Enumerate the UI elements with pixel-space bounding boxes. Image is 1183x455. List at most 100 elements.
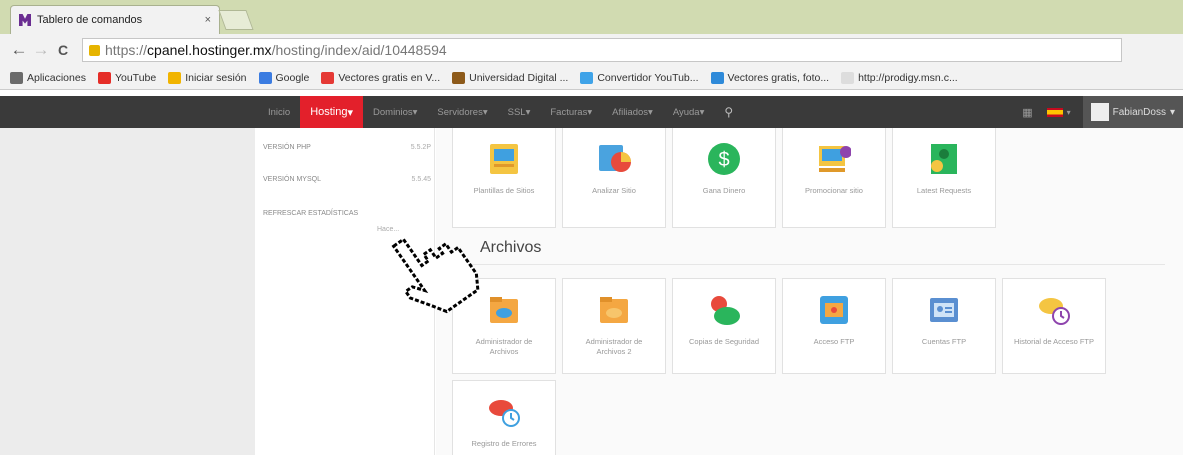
tool-card[interactable]: Historial de Acceso FTP	[1002, 278, 1106, 374]
lock-icon	[89, 44, 100, 56]
bookmark-item[interactable]: Iniciar sesión	[168, 71, 247, 84]
tool-card-label: Administrador de Archivos	[475, 337, 533, 356]
tool-card[interactable]: Acceso FTP	[782, 278, 886, 374]
nav-item-hosting[interactable]: Hosting ▾	[300, 96, 364, 128]
tool-card[interactable]: Promocionar sitio	[782, 128, 886, 228]
tool-card[interactable]: Analizar Sitio	[562, 128, 666, 228]
nav-item-servidores[interactable]: Servidores ▾	[427, 96, 497, 128]
tool-card-label: Cuentas FTP	[921, 337, 967, 346]
cart-icon[interactable]: ▦	[1022, 106, 1032, 119]
nav-item-afiliados[interactable]: Afiliados ▾	[602, 96, 663, 128]
bookmark-item[interactable]: Aplicaciones	[10, 71, 86, 84]
bookmark-label: Universidad Digital ...	[469, 71, 569, 84]
tool-card[interactable]: $ Gana Dinero	[672, 128, 776, 228]
bookmark-favicon-icon	[258, 71, 272, 84]
browser-toolbar: ← → C https:// cpanel.hostinger.mx /host…	[0, 34, 1183, 66]
php-version-value: 5.5.2P	[410, 144, 431, 151]
bookmark-item[interactable]: Vectores gratis, foto...	[710, 71, 830, 84]
refresh-stats-link[interactable]: REFRESCAR ESTADÍSTICAS	[263, 210, 431, 217]
bookmark-label: Vectores gratis, foto...	[727, 71, 830, 84]
site-templates-icon	[487, 142, 521, 176]
bookmark-favicon-icon	[321, 71, 335, 84]
tab-title: Tablero de comandos	[37, 14, 143, 26]
nav-item-label: Afiliados	[612, 106, 649, 118]
tab-close-icon[interactable]: ×	[205, 14, 211, 26]
chevron-down-icon: ▾	[482, 106, 488, 118]
svg-text:$: $	[718, 149, 729, 171]
search-icon[interactable]: ⚲	[714, 96, 743, 128]
nav-item-ssl[interactable]: SSL ▾	[498, 96, 541, 128]
bookmark-label: YouTube	[114, 71, 157, 84]
tool-card-label: Plantillas de Sitios	[473, 186, 535, 195]
nav-item-inicio[interactable]: Inicio	[258, 96, 300, 128]
php-version-row: VERSIÓN PHP 5.5.2P	[263, 144, 431, 151]
php-version-label: VERSIÓN PHP	[263, 144, 311, 151]
bookmark-label: http://prodigy.msn.c...	[858, 71, 958, 84]
bookmark-label: Aplicaciones	[27, 71, 86, 84]
nav-item-label: SSL	[507, 106, 526, 118]
refresh-stats-label[interactable]: REFRESCAR ESTADÍSTICAS	[263, 210, 358, 217]
money-icon: $	[707, 142, 741, 176]
bookmark-item[interactable]: http://prodigy.msn.c...	[841, 71, 958, 84]
back-button[interactable]: ←	[8, 40, 30, 60]
user-dropdown-icon: ▾	[1169, 106, 1175, 118]
requests-icon	[927, 142, 961, 176]
username: FabianDoss	[1112, 106, 1166, 118]
bookmark-item[interactable]: Universidad Digital ...	[452, 71, 569, 84]
browser-tab-strip: Tablero de comandos ×	[0, 0, 1183, 34]
chevron-down-icon: ▾	[648, 106, 653, 118]
bookmark-item[interactable]: Vectores gratis en V...	[321, 71, 441, 84]
bookmark-item[interactable]: Convertidor YouTub...	[580, 71, 699, 84]
backup-icon	[707, 293, 741, 327]
ftp-accounts-icon	[927, 293, 961, 327]
chevron-down-icon: ▾	[412, 106, 418, 118]
bookmark-label: Google	[275, 71, 310, 84]
bookmark-favicon-icon	[580, 71, 594, 84]
bookmark-favicon-icon	[710, 71, 724, 84]
bookmark-label: Convertidor YouTub...	[597, 71, 699, 84]
tool-card[interactable]: Latest Requests	[892, 128, 996, 228]
tool-card[interactable]: Copias de Seguridad	[672, 278, 776, 374]
bookmark-item[interactable]: YouTube	[97, 71, 157, 84]
nav-item-dominios[interactable]: Dominios ▾	[363, 96, 427, 128]
chevron-down-icon: ▾	[347, 106, 354, 119]
nav-item-facturas[interactable]: Facturas ▾	[540, 96, 602, 128]
mysql-version-value: 5.5.45	[411, 176, 431, 183]
tool-card-label: Promocionar sitio	[805, 186, 863, 195]
tool-card-label: Registro de Errores	[471, 439, 537, 448]
analyze-site-icon	[597, 142, 631, 176]
tool-card-label: Gana Dinero	[702, 186, 746, 195]
bookmark-favicon-icon	[452, 71, 466, 84]
left-background	[0, 128, 255, 455]
nav-item-label: Ayuda	[672, 106, 700, 118]
forward-button[interactable]: →	[30, 40, 52, 60]
url-path: /hosting/index/aid/10448594	[271, 42, 447, 58]
hand-pointer-cursor-icon	[391, 237, 480, 314]
user-menu[interactable]: FabianDoss ▾	[1082, 96, 1183, 128]
mysql-version-label: VERSIÓN MYSQL	[263, 176, 321, 183]
mysql-version-row: VERSIÓN MYSQL 5.5.45	[263, 176, 431, 183]
tool-card-label: Administrador de Archivos 2	[585, 337, 643, 356]
tool-card[interactable]: Plantillas de Sitios	[452, 128, 556, 228]
browser-tab[interactable]: Tablero de comandos ×	[10, 5, 220, 34]
chevron-down-icon: ▾	[699, 106, 705, 118]
language-dropdown-icon[interactable]: ▾	[1067, 108, 1071, 117]
site-navbar: Inicio Hosting ▾ Dominios ▾ Servidores ▾ SSL…	[0, 96, 1183, 128]
tool-card[interactable]: Cuentas FTP	[892, 278, 996, 374]
file-manager-2-icon	[597, 293, 631, 327]
tool-card[interactable]: Registro de Errores	[452, 380, 556, 455]
reload-button[interactable]: C	[52, 42, 74, 58]
tool-card-label: Latest Requests	[916, 186, 972, 195]
error-log-icon	[487, 395, 521, 429]
tool-card[interactable]: Administrador de Archivos 2	[562, 278, 666, 374]
bookmark-label: Vectores gratis en V...	[338, 71, 441, 84]
navbar-right: ▦ ▾ FabianDoss ▾	[1022, 96, 1183, 128]
bookmark-label: Iniciar sesión	[185, 71, 247, 84]
new-tab-button[interactable]	[218, 10, 254, 30]
spain-flag-icon[interactable]	[1046, 107, 1063, 117]
bookmark-favicon-icon	[97, 71, 111, 84]
bookmark-item[interactable]: Google	[258, 71, 310, 84]
nav-item-ayuda[interactable]: Ayuda ▾	[663, 96, 715, 128]
address-bar[interactable]: https:// cpanel.hostinger.mx /hosting/in…	[82, 38, 1122, 62]
promote-icon	[817, 142, 852, 176]
